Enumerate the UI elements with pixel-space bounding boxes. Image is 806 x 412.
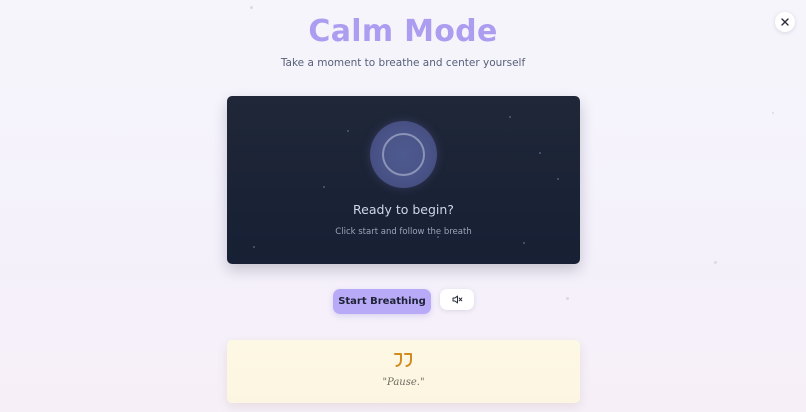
background-star (253, 246, 255, 248)
background-star (347, 130, 349, 132)
page-subtitle: Take a moment to breathe and center your… (280, 57, 526, 69)
speaker-muted-icon (452, 295, 462, 304)
breathing-status: Ready to begin? (353, 202, 454, 217)
background-star (323, 186, 325, 188)
background-dot (714, 261, 717, 264)
breathing-orb (370, 121, 437, 188)
quote-icon (394, 353, 412, 367)
quote-card: "Pause." (227, 340, 580, 403)
background-dot (772, 112, 774, 114)
background-star (509, 116, 511, 118)
background-star (523, 242, 525, 244)
breathing-ring (382, 133, 425, 176)
breathing-hint: Click start and follow the breath (335, 227, 472, 237)
start-breathing-button[interactable]: Start Breathing (333, 289, 431, 314)
background-star (557, 178, 559, 180)
breathing-card: Ready to begin? Click start and follow t… (227, 96, 580, 264)
background-star (539, 152, 541, 154)
mute-button[interactable] (440, 289, 474, 310)
background-dot (250, 6, 253, 9)
quote-text: "Pause." (382, 377, 425, 388)
background-dot (566, 297, 569, 300)
page-title: Calm Mode (308, 14, 498, 49)
